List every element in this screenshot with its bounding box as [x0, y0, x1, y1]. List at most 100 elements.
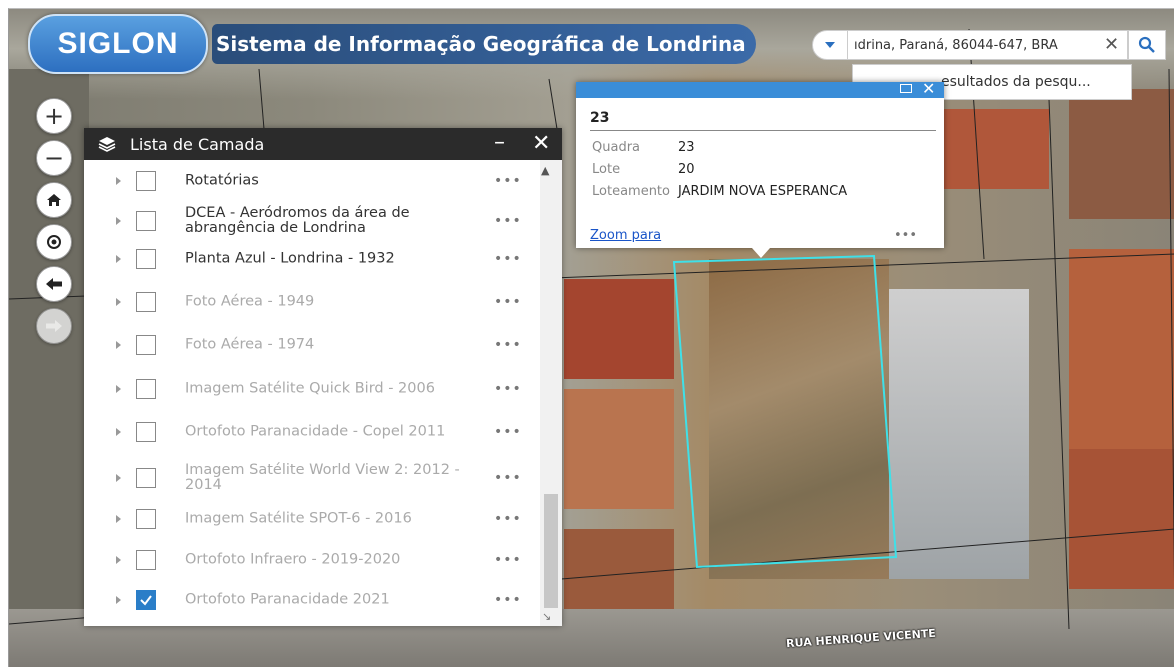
home-icon	[47, 194, 61, 206]
popup-titlebar: ✕	[576, 79, 944, 98]
field-value: JARDIM NOVA ESPERANCA	[678, 184, 848, 199]
layer-options-button[interactable]: •••	[494, 552, 522, 568]
layer-list-title: Lista de Camada	[130, 134, 265, 154]
close-icon[interactable]: ✕	[922, 79, 935, 98]
locate-button[interactable]	[36, 224, 72, 260]
layer-item[interactable]: Ortofoto Infraero - 2019-2020 •••	[84, 540, 539, 580]
search-button[interactable]	[1128, 30, 1166, 60]
layer-label: Ortofoto Paranacidade 2021	[185, 591, 390, 608]
layer-checkbox[interactable]	[136, 171, 156, 191]
layer-options-button[interactable]: •••	[494, 511, 522, 527]
field-value: 20	[678, 162, 695, 177]
field-key: Lote	[592, 162, 621, 177]
layer-label: Ortofoto Infraero - 2019-2020	[185, 551, 401, 568]
zoom-to-link[interactable]: Zoom para	[590, 228, 661, 243]
scrollbar-thumb[interactable]	[544, 494, 558, 608]
expand-arrow-icon[interactable]	[116, 474, 121, 482]
close-button[interactable]: ✕	[532, 131, 550, 156]
expand-arrow-icon[interactable]	[116, 385, 121, 393]
layer-list: Rotatórias ••• DCEA - Aeródromos da área d…	[84, 160, 539, 626]
expand-arrow-icon[interactable]	[116, 596, 121, 604]
layer-checkbox[interactable]	[136, 379, 156, 399]
layer-options-button[interactable]: •••	[494, 173, 522, 189]
home-button[interactable]	[36, 182, 72, 218]
layer-options-button[interactable]: •••	[494, 337, 522, 353]
feature-popup: ✕ 23 Quadra 23 Lote 20 Loteamento JARDIM…	[576, 79, 944, 248]
layer-item[interactable]: Foto Aérea - 1974 •••	[84, 325, 539, 365]
layer-checkbox[interactable]	[136, 590, 156, 610]
siglon-logo: SIGLON	[28, 14, 208, 74]
field-key: Quadra	[592, 140, 641, 155]
layer-options-button[interactable]: •••	[494, 294, 522, 310]
layer-label: Foto Aérea - 1974	[185, 336, 315, 353]
layer-options-button[interactable]: •••	[494, 251, 522, 267]
maximize-icon[interactable]	[900, 84, 912, 93]
layer-checkbox[interactable]	[136, 550, 156, 570]
layer-item[interactable]: Ortofoto Paranacidade 2021 •••	[84, 580, 539, 620]
layer-options-button[interactable]: •••	[494, 381, 522, 397]
layer-item[interactable]: Imagem Satélite SPOT-6 - 2016 •••	[84, 499, 539, 539]
layer-label: Foto Aérea - 1949	[185, 293, 315, 310]
expand-arrow-icon[interactable]	[116, 177, 121, 185]
layer-checkbox[interactable]	[136, 249, 156, 269]
layer-options-button[interactable]: •••	[494, 424, 522, 440]
layer-label: DCEA - Aeródromos da área de abrangência…	[185, 205, 410, 236]
minus-icon: −	[43, 144, 65, 172]
layer-item[interactable]: Imagem Satélite World View 2: 2012 - 201…	[84, 452, 539, 504]
expand-arrow-icon[interactable]	[116, 556, 121, 564]
plus-icon: +	[43, 102, 65, 130]
minimize-button[interactable]: –	[494, 130, 505, 155]
expand-arrow-icon[interactable]	[116, 255, 121, 263]
arrow-right-icon	[46, 320, 62, 332]
expand-arrow-icon[interactable]	[116, 515, 121, 523]
more-actions-button[interactable]: •••	[894, 228, 917, 243]
layers-icon	[98, 137, 116, 152]
search-bar: ✕	[812, 30, 1174, 60]
field-value: 23	[678, 140, 695, 155]
layer-options-button[interactable]: •••	[494, 470, 522, 486]
layer-checkbox[interactable]	[136, 211, 156, 231]
resize-grip-icon[interactable]: ↘	[542, 610, 551, 623]
layer-label: Imagem Satélite SPOT-6 - 2016	[185, 510, 412, 527]
arrow-left-icon	[46, 278, 62, 290]
layer-label: Rotatórias	[185, 172, 259, 189]
layer-checkbox[interactable]	[136, 468, 156, 488]
layer-options-button[interactable]: •••	[494, 213, 522, 229]
layer-checkbox[interactable]	[136, 335, 156, 355]
check-icon	[140, 595, 152, 606]
search-icon	[1138, 36, 1155, 53]
layer-checkbox[interactable]	[136, 422, 156, 442]
layer-item[interactable]: Ortofoto Paranacidade - Copel 2011 •••	[84, 412, 539, 452]
expand-arrow-icon[interactable]	[116, 298, 121, 306]
scroll-up-icon[interactable]: ▲	[541, 164, 549, 177]
popup-divider	[590, 130, 936, 131]
layer-item[interactable]: Planta Azul - Londrina - 1932 •••	[84, 239, 539, 279]
previous-extent-button[interactable]	[36, 266, 72, 302]
zoom-out-button[interactable]: −	[36, 140, 72, 176]
zoom-in-button[interactable]: +	[36, 98, 72, 134]
search-source-dropdown[interactable]	[812, 30, 848, 60]
expand-arrow-icon[interactable]	[116, 428, 121, 436]
layer-label: Imagem Satélite Quick Bird - 2006	[185, 380, 435, 397]
chevron-down-icon	[825, 42, 835, 48]
clear-search-icon[interactable]: ✕	[1104, 34, 1119, 56]
expand-arrow-icon[interactable]	[116, 217, 121, 225]
locate-icon	[47, 235, 61, 249]
layer-label: Planta Azul - Londrina - 1932	[185, 250, 395, 267]
layer-checkbox[interactable]	[136, 509, 156, 529]
popup-pointer	[752, 248, 770, 258]
layer-list-panel: Lista de Camada – ✕ Rotatórias ••• DCEA - …	[84, 128, 562, 626]
layer-item[interactable]: Imagem Satélite Quick Bird - 2006 •••	[84, 369, 539, 409]
layer-label: Ortofoto Paranacidade - Copel 2011	[185, 423, 446, 440]
selected-parcel	[672, 254, 898, 569]
next-extent-button[interactable]	[36, 308, 72, 344]
app-title: Sistema de Informação Geográfica de Lond…	[212, 24, 756, 64]
layer-item[interactable]: Foto Aérea - 1949 •••	[84, 282, 539, 322]
layer-options-button[interactable]: •••	[494, 592, 522, 608]
field-key: Loteamento	[592, 184, 670, 199]
expand-arrow-icon[interactable]	[116, 341, 121, 349]
popup-title: 23	[590, 110, 610, 126]
layer-checkbox[interactable]	[136, 292, 156, 312]
layer-list-header: Lista de Camada – ✕	[84, 128, 562, 160]
search-input[interactable]	[848, 30, 1128, 60]
